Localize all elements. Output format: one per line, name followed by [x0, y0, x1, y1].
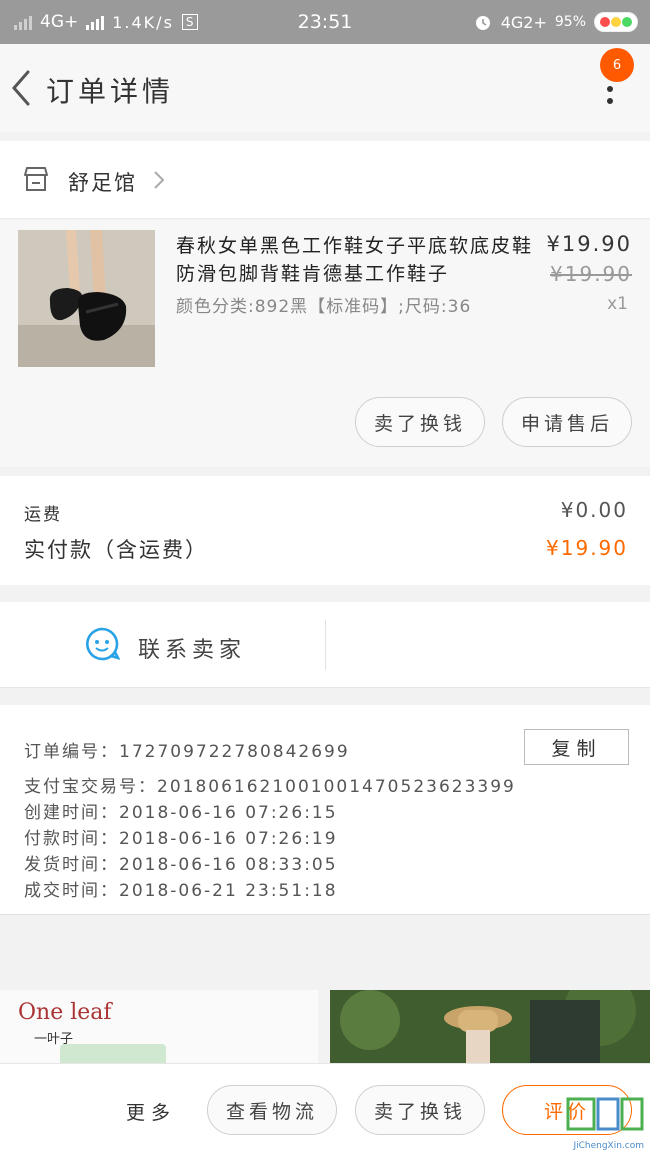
sell-for-cash-button[interactable]: 卖了换钱	[355, 397, 485, 447]
alipay-transaction-number: 支付宝交易号：2018061621001001470523623399	[24, 777, 516, 797]
notification-badge[interactable]: 6	[600, 48, 634, 82]
product-sku: 颜色分类:892黑【标准码】;尺码:36	[176, 297, 472, 317]
status-bar: 4G+ 1.4K/s S 23:51 4G2+ 95%	[0, 0, 650, 44]
product-image[interactable]	[18, 230, 155, 367]
bottom-action-bar: 更多 查看物流 卖了换钱 评价 JiChengXin.com	[0, 1063, 650, 1155]
product-original-price: ¥19.90	[550, 262, 632, 286]
battery-percent: 95%	[554, 14, 586, 30]
ad-banner-right[interactable]	[330, 990, 650, 1070]
ad-banner-left[interactable]: One leaf 一叶子	[0, 990, 318, 1070]
divider	[325, 620, 326, 670]
shipping-value: ¥0.00	[560, 498, 628, 522]
paid-label: 实付款（含运费）	[24, 538, 208, 562]
product-quantity: x1	[607, 294, 628, 314]
completed-time: 成交时间：2018-06-21 23:51:18	[24, 881, 338, 901]
back-arrow-icon[interactable]	[8, 68, 36, 108]
paid-time: 付款时间：2018-06-16 07:26:19	[24, 829, 338, 849]
contact-seller-button[interactable]: 联系卖家	[138, 632, 246, 664]
ad-photo	[330, 990, 650, 1070]
store-icon	[24, 167, 48, 191]
watermark-text: JiChengXin.com	[573, 1141, 644, 1151]
chat-bubble-icon[interactable]	[84, 626, 120, 662]
contact-seller-row: 联系卖家	[0, 602, 650, 688]
more-button[interactable]: 更多	[126, 1098, 176, 1125]
order-info: 订单编号：172709722780842699 支付宝交易号：201806162…	[0, 705, 650, 915]
paid-value: ¥19.90	[546, 536, 628, 560]
copy-button[interactable]: 复制	[524, 729, 629, 765]
after-sales-button[interactable]: 申请售后	[502, 397, 632, 447]
nav-bar: 订单详情 6	[0, 44, 650, 132]
view-logistics-button[interactable]: 查看物流	[207, 1085, 337, 1135]
created-time: 创建时间：2018-06-16 07:26:15	[24, 803, 338, 823]
alarm-icon	[475, 16, 490, 30]
sell-for-cash-bottom-button[interactable]: 卖了换钱	[355, 1085, 485, 1135]
shop-row[interactable]: 舒足馆	[0, 141, 650, 219]
network-type-2: 4G2+	[500, 12, 547, 32]
battery-icon	[594, 12, 638, 32]
product-price: ¥19.90	[546, 232, 632, 256]
product-title[interactable]: 春秋女单黑色工作鞋女子平底软底皮鞋防滑包脚背鞋肯德基工作鞋子	[176, 232, 538, 288]
cost-summary: 运费 ¥0.00 实付款（含运费） ¥19.90	[0, 476, 650, 585]
product-item[interactable]: 春秋女单黑色工作鞋女子平底软底皮鞋防滑包脚背鞋肯德基工作鞋子 颜色分类:892黑…	[0, 220, 650, 467]
chevron-right-icon	[154, 171, 165, 189]
shipping-label: 运费	[24, 505, 62, 525]
brand-logo: One leaf	[18, 1000, 112, 1025]
shop-name[interactable]: 舒足馆	[68, 167, 137, 197]
page-title: 订单详情	[46, 75, 175, 108]
shipped-time: 发货时间：2018-06-16 08:33:05	[24, 855, 338, 875]
order-number: 订单编号：172709722780842699	[24, 742, 350, 762]
